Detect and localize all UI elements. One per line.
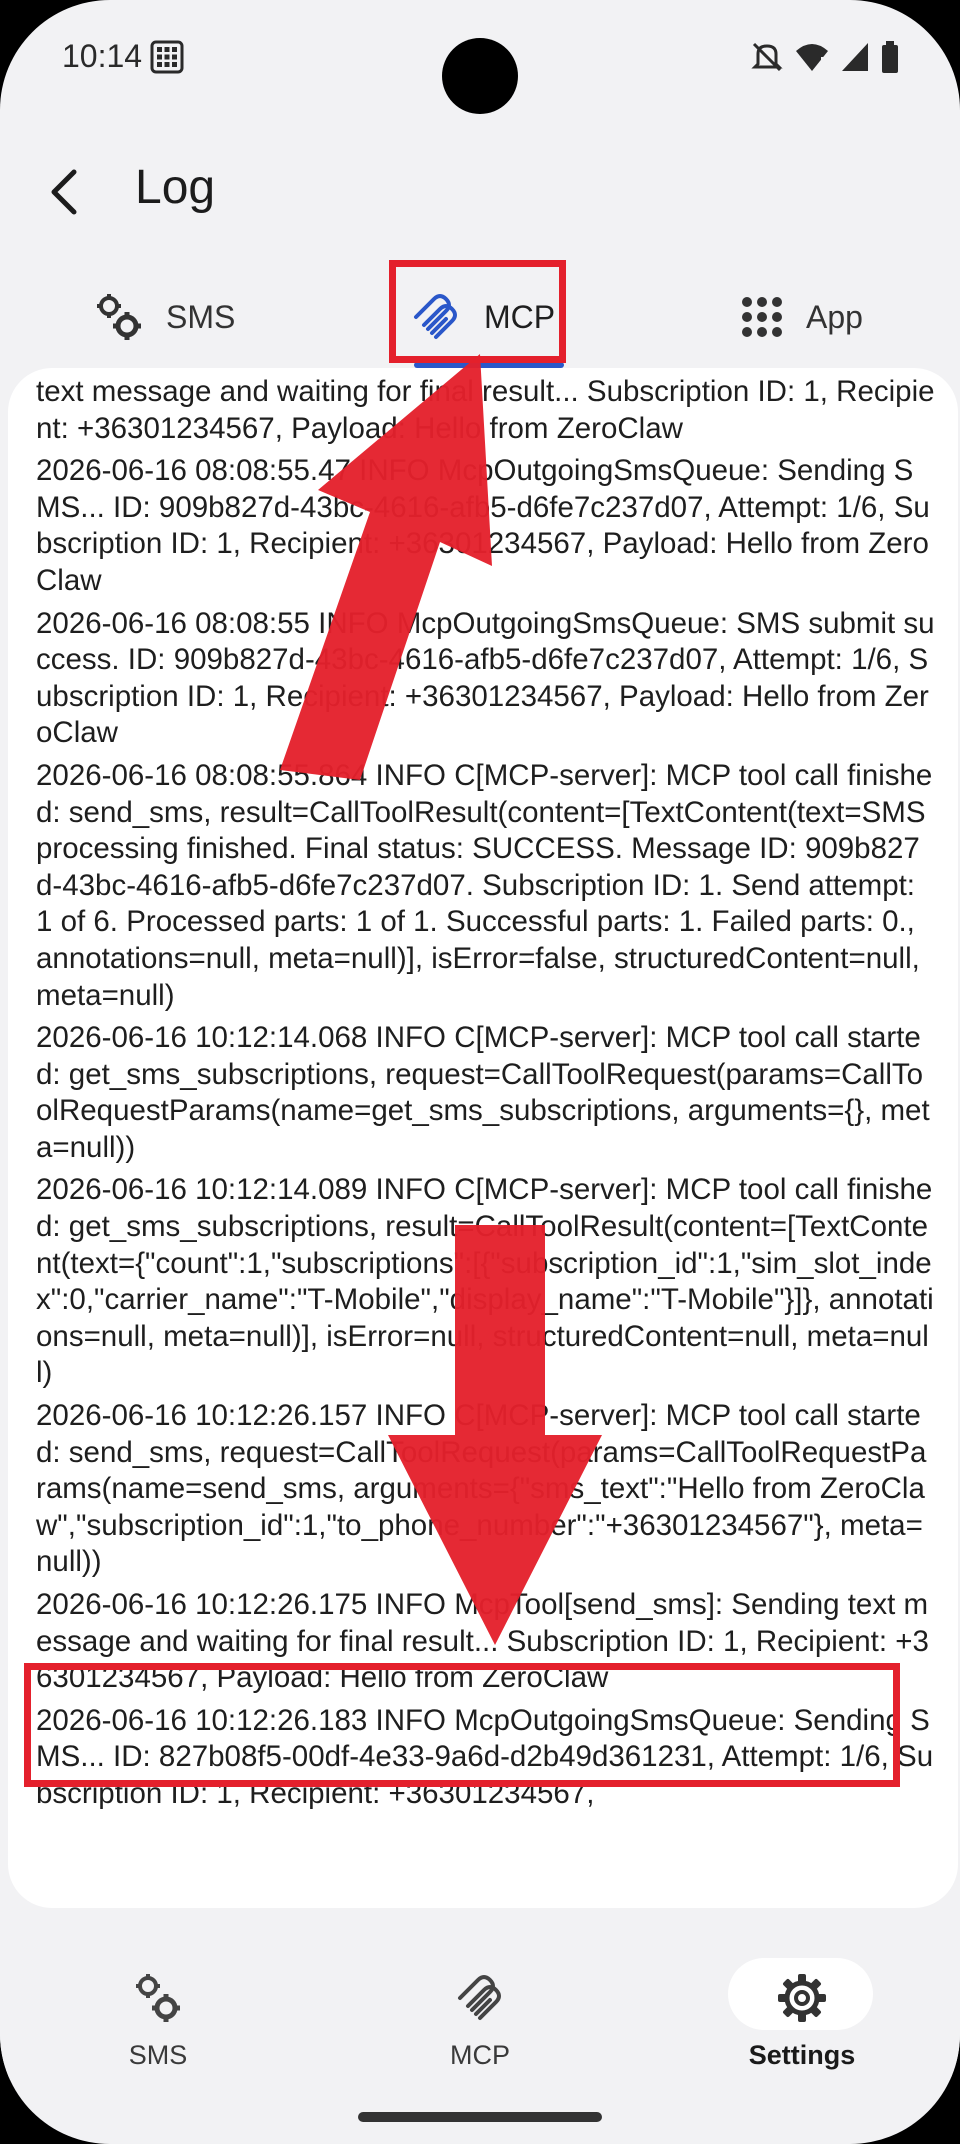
nav-settings-label: Settings [748,2040,856,2070]
page-title: Log [135,161,216,214]
tab-sms[interactable]: SMS [94,262,235,372]
log-entry-highlight-box [24,1663,900,1787]
status-time: 10:14 [62,38,143,74]
grid-icon [742,297,782,337]
tab-app-label: App [806,298,863,335]
nav-settings[interactable]: Settings [692,1930,912,2070]
log-entry: 2026-06-16 08:08:55.864 INFO C[MCP-serve… [36,758,934,1012]
annotation-arrow-down-icon [388,1225,602,1645]
annotation-arrow-up-icon [280,354,492,780]
gears-icon [97,294,141,340]
nav-sms-label: SMS [128,2040,188,2070]
phone-screen: 10:14 Log SMS MCP App text message and w… [0,0,960,2144]
app-notification-icon [150,40,184,74]
top-app-bar: Log [0,150,960,230]
status-bar: 10:14 [0,0,960,114]
signal-icon [842,43,868,71]
mcp-icon [458,1975,501,2020]
nav-mcp[interactable]: MCP [370,1930,590,2070]
log-entry: 2026-06-16 10:12:14.068 INFO C[MCP-serve… [36,1021,930,1164]
wifi-icon [796,44,828,71]
tab-app[interactable]: App [740,262,863,372]
nav-mcp-label: MCP [450,2040,510,2070]
nav-sms[interactable]: SMS [48,1930,268,2070]
bottom-navigation: SMS MCP Settings [0,1910,960,2080]
gears-icon [136,1974,180,2022]
settings-gear-icon [778,1974,826,2022]
battery-icon [882,41,898,73]
camera-cutout [442,38,518,114]
back-arrow-icon[interactable] [40,164,96,220]
home-indicator[interactable] [358,2112,602,2122]
status-icons [750,40,900,74]
mute-icon [751,42,783,72]
tab-sms-label: SMS [166,298,236,335]
